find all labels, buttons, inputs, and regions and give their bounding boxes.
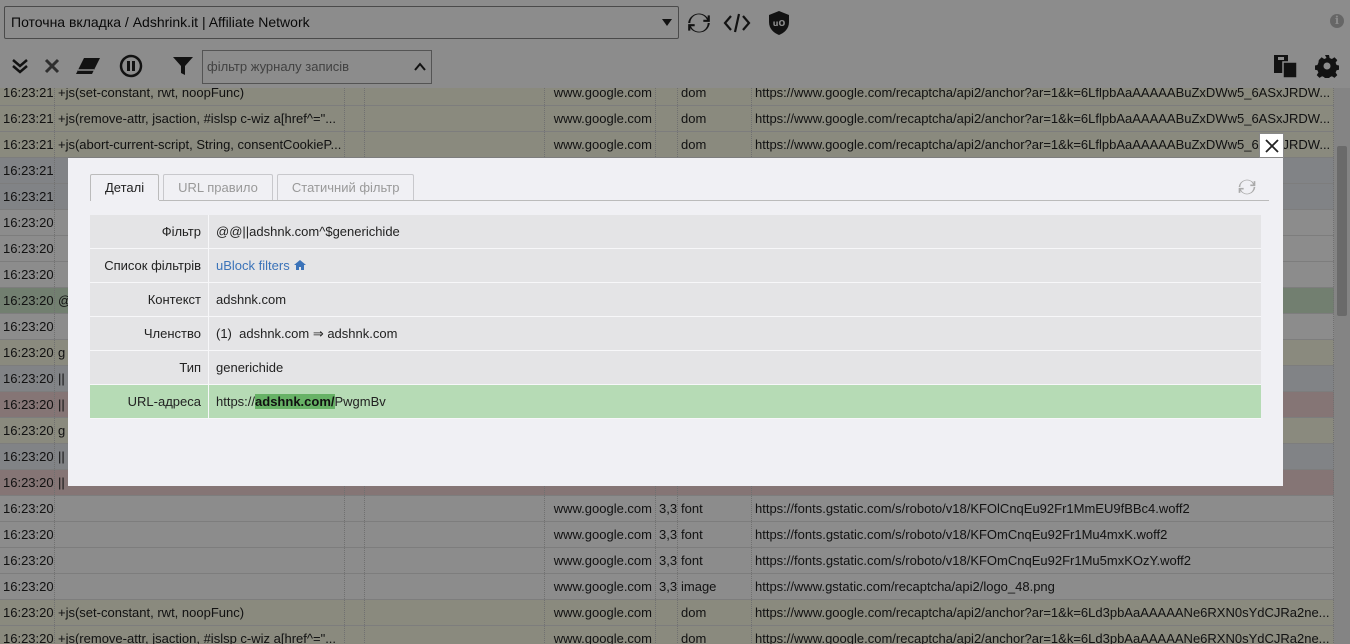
detail-label: Контекст [90, 283, 209, 316]
tab-details[interactable]: Деталі [90, 174, 160, 200]
membership-value: adshnk.com ⇒ adshnk.com [239, 326, 398, 341]
tab-divider [90, 200, 1269, 201]
detail-row-url: URL-адреса https://adshnk.com/PwgmBv [90, 385, 1261, 419]
detail-label: Членство [90, 317, 209, 350]
details-table: Фільтр @@||adshnk.com^$generichide Списо… [90, 215, 1261, 419]
filter-list-link[interactable]: uBlock filters [216, 258, 290, 273]
detail-context-value: adshnk.com [216, 292, 287, 307]
modal-tabs: Деталі URL правило Статичний фільтр [90, 174, 418, 200]
tab-static-filter[interactable]: Статичний фільтр [276, 174, 415, 200]
detail-type-value: generichide [216, 360, 284, 375]
detail-row-filter: Фільтр @@||adshnk.com^$generichide [90, 215, 1261, 249]
detail-label: Тип [90, 351, 209, 384]
detail-row-membership: Членство (1) adshnk.com ⇒ adshnk.com [90, 317, 1261, 351]
url-highlight: adshnk.com/ [255, 394, 335, 409]
detail-label: Список фільтрів [90, 249, 209, 282]
url-prefix: https:// [216, 394, 256, 409]
close-icon [1264, 138, 1279, 153]
detail-filter-value: @@||adshnk.com^$generichide [216, 224, 400, 239]
tab-url-rule[interactable]: URL правило [163, 174, 273, 200]
detail-row-filter-list: Список фільтрів uBlock filters [90, 249, 1261, 283]
url-suffix: PwgmBv [334, 394, 386, 409]
detail-row-type: Тип generichide [90, 351, 1261, 385]
home-icon[interactable] [293, 259, 307, 271]
modal-close-button[interactable] [1259, 133, 1284, 158]
membership-count: (1) [216, 326, 232, 341]
refresh-icon[interactable] [1237, 177, 1257, 197]
detail-label: URL-адреса [90, 385, 209, 418]
detail-label: Фільтр [90, 215, 209, 248]
details-modal: Деталі URL правило Статичний фільтр Філь… [68, 158, 1283, 486]
detail-row-context: Контекст adshnk.com [90, 283, 1261, 317]
